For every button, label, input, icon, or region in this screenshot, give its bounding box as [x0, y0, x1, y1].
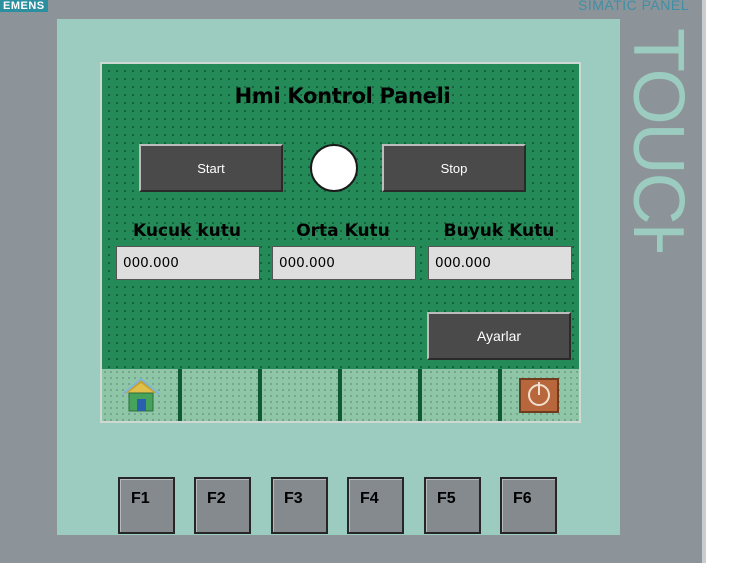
- function-key-f5[interactable]: F5: [424, 477, 481, 534]
- function-key-f6[interactable]: F6: [500, 477, 557, 534]
- touch-label-area: TOUCH: [618, 24, 702, 252]
- large-box-field[interactable]: 000.000: [428, 246, 572, 280]
- power-icon: [519, 378, 559, 413]
- settings-button[interactable]: Ayarlar: [427, 312, 571, 360]
- brand-logo: EMENS: [0, 0, 48, 12]
- status-lamp: [310, 144, 358, 192]
- nav-button-5[interactable]: [420, 369, 500, 421]
- page-margin: [702, 0, 737, 563]
- hmi-screen: Hmi Kontrol Paneli Start Stop Kucuk kutu…: [100, 62, 581, 423]
- touch-label: TOUCH: [618, 28, 698, 252]
- nav-button-4[interactable]: [340, 369, 420, 421]
- panel-model-label: SIMATIC PANEL: [578, 0, 690, 13]
- function-key-f4[interactable]: F4: [347, 477, 404, 534]
- housing-edge: [702, 0, 706, 563]
- stop-button[interactable]: Stop: [382, 144, 526, 192]
- page-title: Hmi Kontrol Paneli: [234, 84, 451, 108]
- nav-exit-button[interactable]: [500, 369, 579, 421]
- medium-box-label: Orta Kutu: [296, 221, 390, 241]
- function-key-f1[interactable]: F1: [118, 477, 175, 534]
- function-key-f2[interactable]: F2: [194, 477, 251, 534]
- small-box-label: Kucuk kutu: [132, 221, 242, 241]
- function-key-f3[interactable]: F3: [271, 477, 328, 534]
- nav-button-3[interactable]: [260, 369, 340, 421]
- start-button[interactable]: Start: [139, 144, 283, 192]
- home-icon: [122, 377, 160, 412]
- small-box-field[interactable]: 000.000: [116, 246, 260, 280]
- medium-box-field[interactable]: 000.000: [272, 246, 416, 280]
- nav-home-button[interactable]: [102, 369, 180, 421]
- large-box-label: Buyuk Kutu: [443, 221, 555, 241]
- nav-button-2[interactable]: [180, 369, 260, 421]
